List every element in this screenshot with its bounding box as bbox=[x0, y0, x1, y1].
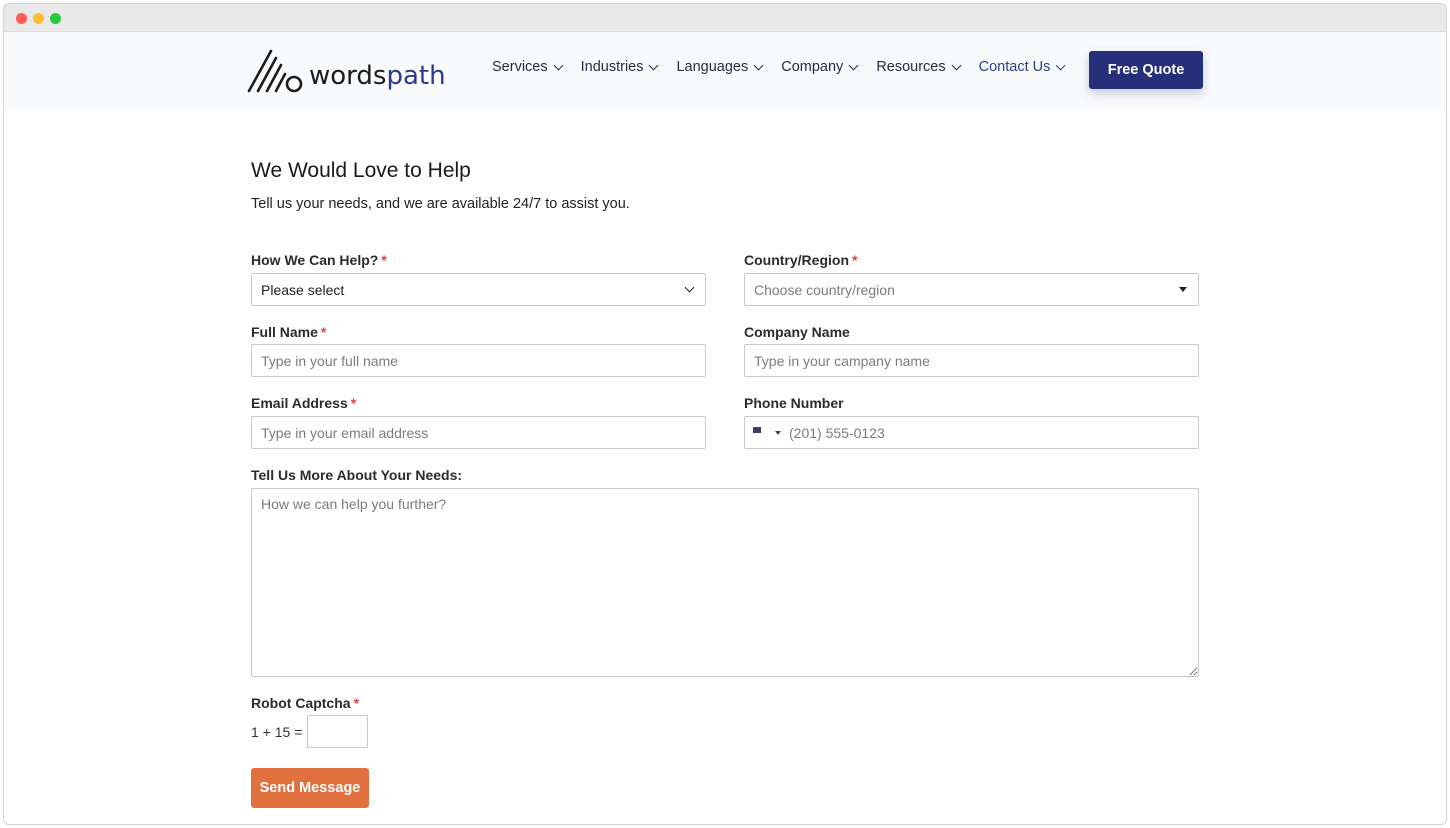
phone-input[interactable]: (201) 555-0123 bbox=[789, 425, 885, 441]
nav-item-company[interactable]: Company bbox=[781, 59, 859, 75]
captcha-answer-input[interactable] bbox=[307, 715, 368, 748]
help-select-value: Please select bbox=[261, 281, 345, 298]
label-text: Robot Captcha bbox=[251, 695, 351, 711]
nav-label: Languages bbox=[676, 59, 749, 75]
close-window-button[interactable] bbox=[16, 13, 27, 24]
required-asterisk: * bbox=[381, 252, 387, 268]
captcha-label: Robot Captcha * bbox=[251, 695, 359, 711]
window-titlebar bbox=[4, 4, 1446, 32]
company-name-input[interactable] bbox=[744, 344, 1199, 377]
browser-window: wordspath Services Industries Languages … bbox=[3, 3, 1447, 825]
nav-label: Industries bbox=[580, 59, 644, 75]
nav-label: Services bbox=[492, 59, 548, 75]
page-subtitle: Tell us your needs, and we are available… bbox=[251, 196, 630, 212]
logo-wordmark: wordspath bbox=[309, 61, 446, 94]
caret-down-icon[interactable] bbox=[775, 430, 781, 435]
company-name-label: Company Name bbox=[744, 324, 850, 340]
main-nav: Services Industries Languages Company Re… bbox=[492, 59, 1083, 75]
maximize-window-button[interactable] bbox=[50, 13, 61, 24]
logo-word-part1: words bbox=[309, 61, 387, 91]
us-flag-icon[interactable] bbox=[753, 427, 770, 438]
label-text: How We Can Help? bbox=[251, 252, 379, 268]
label-text: Email Address bbox=[251, 395, 348, 411]
wordspath-logo[interactable]: wordspath bbox=[247, 48, 446, 94]
captcha-question: 1 + 15 = bbox=[251, 724, 303, 740]
country-label: Country/Region * bbox=[744, 252, 857, 268]
send-message-button[interactable]: Send Message bbox=[251, 768, 369, 808]
required-asterisk: * bbox=[353, 695, 360, 711]
chevron-down-icon bbox=[553, 60, 564, 70]
nav-item-services[interactable]: Services bbox=[492, 59, 564, 75]
help-label: How We Can Help? * bbox=[251, 252, 387, 268]
minimize-window-button[interactable] bbox=[33, 13, 44, 24]
chevron-down-icon bbox=[684, 282, 695, 293]
email-input[interactable] bbox=[251, 416, 706, 449]
nav-label: Contact Us bbox=[978, 59, 1051, 75]
full-name-input[interactable] bbox=[251, 344, 706, 377]
nav-item-languages[interactable]: Languages bbox=[676, 59, 764, 75]
needs-textarea[interactable] bbox=[251, 488, 1199, 677]
logo-word-part2: path bbox=[386, 61, 446, 91]
full-name-label: Full Name * bbox=[251, 324, 326, 340]
nav-item-resources[interactable]: Resources bbox=[876, 59, 962, 75]
country-select[interactable]: Choose country/region bbox=[744, 273, 1199, 306]
country-select-placeholder: Choose country/region bbox=[754, 281, 895, 298]
phone-label: Phone Number bbox=[744, 395, 844, 411]
free-quote-button[interactable]: Free Quote bbox=[1089, 51, 1203, 89]
required-asterisk: * bbox=[852, 252, 858, 268]
chevron-down-icon bbox=[951, 60, 962, 70]
chevron-down-icon bbox=[753, 60, 764, 70]
site-header: wordspath Services Industries Languages … bbox=[4, 32, 1446, 110]
nav-label: Resources bbox=[876, 59, 946, 75]
logo-mark-icon bbox=[247, 49, 303, 93]
help-select[interactable]: Please select bbox=[251, 273, 706, 306]
nav-label: Company bbox=[781, 59, 844, 75]
chevron-down-icon bbox=[1055, 60, 1066, 70]
chevron-down-icon bbox=[848, 60, 859, 70]
email-label: Email Address * bbox=[251, 395, 356, 411]
chevron-down-icon bbox=[649, 60, 659, 70]
label-text: Country/Region bbox=[744, 252, 849, 268]
required-asterisk: * bbox=[350, 395, 357, 411]
caret-down-icon bbox=[1179, 287, 1187, 292]
nav-item-contact-us[interactable]: Contact Us bbox=[978, 59, 1066, 75]
page-title: We Would Love to Help bbox=[251, 159, 471, 182]
label-text: Full Name bbox=[251, 324, 318, 340]
needs-label: Tell Us More About Your Needs: bbox=[251, 467, 463, 483]
required-asterisk: * bbox=[320, 324, 327, 340]
nav-item-industries[interactable]: Industries bbox=[580, 59, 659, 75]
phone-field[interactable]: (201) 555-0123 bbox=[744, 416, 1199, 449]
